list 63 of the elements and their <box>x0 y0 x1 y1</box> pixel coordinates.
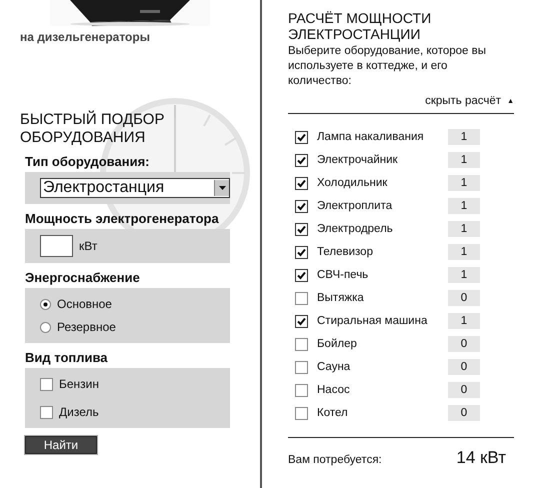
power-input-field[interactable] <box>40 235 73 257</box>
quantity-field[interactable]: 0 <box>448 405 480 421</box>
equipment-select[interactable]: Электростанция <box>40 178 230 198</box>
checkbox[interactable] <box>295 222 308 236</box>
checkbox[interactable] <box>295 406 308 420</box>
field-label: Энергоснабжение <box>25 270 140 285</box>
unit-label: кВт <box>79 239 98 253</box>
equipment-label: СВЧ-печь <box>317 269 370 281</box>
equipment-label: Бойлер <box>317 338 358 350</box>
quantity-field[interactable]: 0 <box>448 290 480 306</box>
equipment-label: Вытяжка <box>317 292 365 304</box>
quantity-field[interactable]: 1 <box>448 267 480 283</box>
radio-label: Основное <box>57 297 112 311</box>
calculator-title: РАСЧЁТ МОЩНОСТИ ЭЛЕКТРОСТАНЦИИ <box>288 10 432 42</box>
equipment-label: Телевизор <box>317 246 374 258</box>
equipment-label: Насос <box>317 384 351 396</box>
promo-caption: на дизельгенераторы <box>20 30 150 44</box>
quantity-field[interactable]: 1 <box>448 175 480 191</box>
calculator-description: Выберите оборудование, которое вы используете в коттедже, и его количество: <box>288 44 487 89</box>
checkbox[interactable] <box>295 246 308 258</box>
quantity-field[interactable]: 1 <box>448 129 480 145</box>
radio-button[interactable] <box>40 322 51 332</box>
equipment-label: Стиральная машина <box>317 315 428 327</box>
dropdown-arrow-icon <box>218 186 226 190</box>
result-value: 14 кВт <box>456 448 506 468</box>
equipment-label: Электрочайник <box>317 154 399 166</box>
quantity-field[interactable]: 1 <box>448 198 480 214</box>
equipment-label: Электроплита <box>317 200 394 212</box>
checkbox[interactable] <box>40 406 53 418</box>
field-label: Вид топлива <box>25 350 108 365</box>
checkbox[interactable] <box>295 292 308 304</box>
checkbox[interactable] <box>295 268 308 282</box>
quantity-field[interactable]: 1 <box>448 152 480 168</box>
equipment-label: Холодильник <box>317 177 388 189</box>
section-title: БЫСТРЫЙ ПОДБОР ОБОРУДОВАНИЯ <box>20 111 166 147</box>
checkbox[interactable] <box>295 130 308 144</box>
quantity-field[interactable]: 1 <box>448 313 480 329</box>
radio-label: Резервное <box>57 320 116 334</box>
quantity-field[interactable]: 1 <box>448 244 480 260</box>
search-button[interactable]: Найти <box>25 436 97 454</box>
checkbox-label: Бензин <box>59 377 100 391</box>
checkbox[interactable] <box>295 384 308 396</box>
equipment-label: Сауна <box>317 361 352 373</box>
checkbox[interactable] <box>295 200 308 212</box>
field-label: Тип оборудования: <box>25 154 150 169</box>
equipment-label: Лампа накаливания <box>317 131 425 143</box>
checkbox[interactable] <box>295 360 308 374</box>
checkbox[interactable] <box>295 314 308 328</box>
quantity-field[interactable]: 0 <box>448 336 480 352</box>
result-label: Вам потребуется: <box>288 454 382 466</box>
equipment-label: Котел <box>317 407 349 419</box>
checkbox[interactable] <box>295 176 308 190</box>
checkbox[interactable] <box>295 154 308 166</box>
checkbox-label: Дизель <box>59 405 99 419</box>
checkbox[interactable] <box>295 338 308 350</box>
equipment-label: Электродрель <box>317 223 394 235</box>
quantity-field[interactable]: 0 <box>448 359 480 375</box>
checkbox[interactable] <box>40 378 53 390</box>
quantity-field[interactable]: 1 <box>448 221 480 237</box>
quantity-field[interactable]: 0 <box>448 382 480 398</box>
radio-button[interactable] <box>40 298 51 310</box>
field-label: Мощность электрогенератора <box>25 211 219 226</box>
hide-calculation-link[interactable]: скрыть расчёт <box>425 95 502 107</box>
